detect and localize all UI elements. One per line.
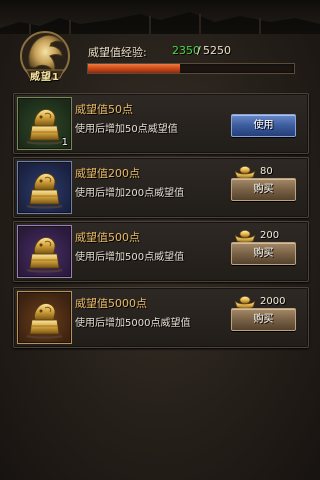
prestige-level-label: 威望1 (30, 72, 60, 83)
use-button[interactable]: 使用 (231, 114, 296, 137)
item-count: 1 (61, 137, 68, 148)
item-description: 使用后增加5000点威望值 (75, 318, 191, 329)
item-name: 威望值200点 (75, 167, 140, 180)
item-name: 威望值5000点 (75, 297, 147, 310)
list-item: 威望值500点 使用后增加500点威望值 200 购买 (13, 221, 309, 282)
exp-current-value: 2350 (172, 44, 200, 57)
list-item: 威望值5000点 使用后增加5000点威望值 2000 购买 (13, 287, 309, 348)
price-value: 80 (260, 166, 273, 177)
buy-button[interactable]: 购买 (231, 308, 296, 331)
prestige-screen: 威望1 威望值经验: 2350 / 5250 1 威望值50点 使用后增加50点… (0, 0, 320, 480)
item-name: 威望值500点 (75, 231, 140, 244)
buy-button[interactable]: 购买 (231, 242, 296, 265)
exp-progress-bar (87, 63, 295, 74)
gold-ingot-icon (234, 229, 256, 243)
item-icon-frame (17, 225, 72, 278)
item-icon-frame (17, 291, 72, 344)
price-value: 200 (260, 230, 280, 241)
item-name: 威望值50点 (75, 103, 133, 116)
exp-progress-fill (88, 64, 181, 73)
prestige-header: 威望1 威望值经验: 2350 / 5250 (0, 22, 320, 84)
gold-seal-icon (23, 102, 66, 145)
gold-seal-icon (23, 166, 66, 209)
gold-seal-icon (23, 230, 66, 273)
exp-separator: / (197, 44, 201, 57)
item-description: 使用后增加200点威望值 (75, 188, 185, 199)
list-item: 威望值200点 使用后增加200点威望值 80 购买 (13, 157, 309, 218)
exp-label: 威望值经验: (88, 46, 147, 59)
item-icon-frame: 1 (17, 97, 72, 150)
buy-button[interactable]: 购买 (231, 178, 296, 201)
item-description: 使用后增加50点威望值 (75, 124, 178, 135)
gold-ingot-icon (234, 295, 256, 309)
exp-max-value: 5250 (203, 44, 231, 57)
item-icon-frame (17, 161, 72, 214)
gold-seal-icon (23, 296, 66, 339)
item-description: 使用后增加500点威望值 (75, 252, 185, 263)
list-item: 1 威望值50点 使用后增加50点威望值 使用 (13, 93, 309, 154)
gold-ingot-icon (234, 165, 256, 179)
price-value: 2000 (260, 296, 286, 307)
